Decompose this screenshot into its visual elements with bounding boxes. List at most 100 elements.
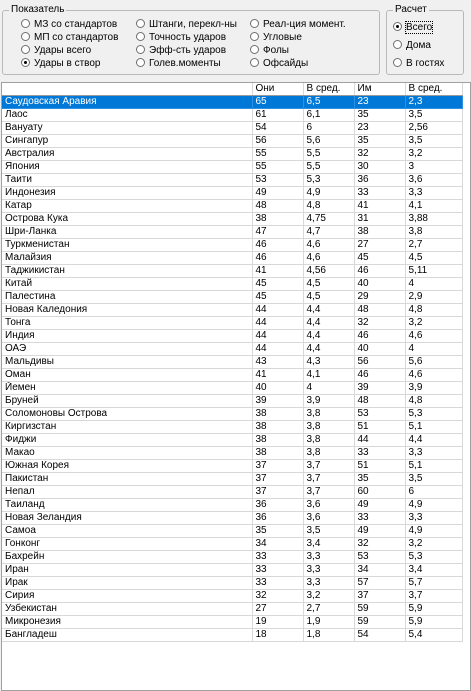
table-row[interactable]: Таджикистан 41 4,56 46 5,11 — [2, 264, 463, 278]
radio-shot-efficiency[interactable]: Эфф-сть ударов — [136, 44, 226, 57]
radio-goal-chances[interactable]: Голев.моменты — [136, 57, 221, 70]
table-row[interactable]: Непал 37 3,7 60 6 — [2, 485, 463, 499]
stats-grid[interactable]: Они В сред. Им В сред. Саудовская Аравия 65 6,… — [1, 82, 471, 691]
table-row[interactable]: Соломоновы Острова 38 3,8 53 5,3 — [2, 407, 463, 421]
radio-set-pieces-goals-scored[interactable]: МЗ со стандартов — [21, 18, 117, 31]
table-row[interactable]: Мальдивы 43 4,3 56 5,6 — [2, 355, 463, 369]
table-row[interactable]: Катар 48 4,8 41 4,1 — [2, 199, 463, 213]
column-header[interactable]: Им — [354, 83, 406, 96]
team-name-cell: Катар — [2, 199, 253, 213]
table-row[interactable]: Саудовская Аравия 65 6,5 23 2,3 — [2, 95, 463, 109]
team-name-cell: Оман — [2, 368, 253, 382]
stat-cell: 32 — [252, 589, 304, 603]
stat-cell: 3,8 — [303, 446, 355, 460]
radio-calc-home[interactable]: Дома — [393, 39, 431, 52]
table-row[interactable]: Бахрейн 33 3,3 53 5,3 — [2, 550, 463, 564]
table-row[interactable]: Самоа 35 3,5 49 4,9 — [2, 524, 463, 538]
table-row[interactable]: Австралия 55 5,5 32 3,2 — [2, 147, 463, 161]
radio-calc-away[interactable]: В гостях — [393, 57, 444, 70]
table-row[interactable]: Таити 53 5,3 36 3,6 — [2, 173, 463, 187]
stat-cell: 37 — [252, 485, 304, 499]
stat-cell: 46 — [354, 368, 406, 382]
radio-shots-on-target[interactable]: Удары в створ — [21, 57, 101, 70]
stat-cell: 46 — [354, 329, 406, 343]
table-row[interactable]: Ирак 33 3,3 57 5,7 — [2, 576, 463, 590]
stat-cell: 4 — [405, 342, 463, 356]
table-row[interactable]: Таиланд 36 3,6 49 4,9 — [2, 498, 463, 512]
radio-corners[interactable]: Угловые — [250, 31, 302, 44]
table-row[interactable]: Туркменистан 46 4,6 27 2,7 — [2, 238, 463, 252]
table-row[interactable]: ОАЭ 44 4,4 40 4 — [2, 342, 463, 356]
stat-cell: 4,9 — [303, 186, 355, 200]
radio-total-shots[interactable]: Удары всего — [21, 44, 91, 57]
table-row[interactable]: Иран 33 3,3 34 3,4 — [2, 563, 463, 577]
table-row[interactable]: Новая Зеландия 36 3,6 33 3,3 — [2, 511, 463, 525]
radio-offsides[interactable]: Офсайды — [250, 57, 308, 70]
team-name-cell: Вануату — [2, 121, 253, 135]
radio-icon — [21, 32, 30, 41]
column-header[interactable]: В сред. — [303, 83, 355, 96]
stat-cell: 36 — [252, 511, 304, 525]
table-row[interactable]: Острова Кука 38 4,75 31 3,88 — [2, 212, 463, 226]
table-header-row: Они В сред. Им В сред. — [2, 83, 463, 96]
table-row[interactable]: Пакистан 37 3,7 35 3,5 — [2, 472, 463, 486]
radio-icon — [393, 22, 402, 31]
stat-cell: 4,4 — [303, 329, 355, 343]
table-row[interactable]: Лаос 61 6,1 35 3,5 — [2, 108, 463, 122]
table-row[interactable]: Новая Каледония 44 4,4 48 4,8 — [2, 303, 463, 317]
table-row[interactable]: Китай 45 4,5 40 4 — [2, 277, 463, 291]
team-name-cell: Пакистан — [2, 472, 253, 486]
stat-cell: 37 — [252, 472, 304, 486]
table-row[interactable]: Йемен 40 4 39 3,9 — [2, 381, 463, 395]
table-row[interactable]: Оман 41 4,1 46 4,6 — [2, 368, 463, 382]
stat-cell: 4,8 — [405, 394, 463, 408]
radio-set-pieces-goals-conceded[interactable]: МП со стандартов — [21, 31, 118, 44]
stat-cell: 38 — [252, 446, 304, 460]
column-header[interactable]: Они — [252, 83, 304, 96]
stat-cell: 5,6 — [405, 355, 463, 369]
team-name-cell: Соломоновы Острова — [2, 407, 253, 421]
stat-cell: 3,2 — [405, 537, 463, 551]
table-row[interactable]: Индонезия 49 4,9 33 3,3 — [2, 186, 463, 200]
stat-cell: 3,2 — [303, 589, 355, 603]
radio-woodwork-crossbar[interactable]: Штанги, перекл-ны — [136, 18, 237, 31]
table-row[interactable]: Фиджи 38 3,8 44 4,4 — [2, 433, 463, 447]
table-row[interactable]: Южная Корея 37 3,7 51 5,1 — [2, 459, 463, 473]
table-row[interactable]: Шри-Ланка 47 4,7 38 3,8 — [2, 225, 463, 239]
stat-cell: 44 — [252, 329, 304, 343]
table-row[interactable]: Сингапур 56 5,6 35 3,5 — [2, 134, 463, 148]
table-row[interactable]: Бангладеш 18 1,8 54 5,4 — [2, 628, 463, 642]
table-row[interactable]: Палестина 45 4,5 29 2,9 — [2, 290, 463, 304]
table-row[interactable]: Бруней 39 3,9 48 4,8 — [2, 394, 463, 408]
table-row[interactable]: Макао 38 3,8 33 3,3 — [2, 446, 463, 460]
table-row[interactable]: Вануату 54 6 23 2,56 — [2, 121, 463, 135]
table-row[interactable]: Тонга 44 4,4 32 3,2 — [2, 316, 463, 330]
table-row[interactable]: Гонконг 34 3,4 32 3,2 — [2, 537, 463, 551]
table-row[interactable]: Узбекистан 27 2,7 59 5,9 — [2, 602, 463, 616]
stat-cell: 5,3 — [405, 407, 463, 421]
stat-cell: 41 — [252, 264, 304, 278]
column-header[interactable] — [2, 83, 253, 96]
stat-cell: 19 — [252, 615, 304, 629]
stat-cell: 6,1 — [303, 108, 355, 122]
team-name-cell: Лаос — [2, 108, 253, 122]
team-name-cell: Саудовская Аравия — [2, 95, 253, 109]
radio-icon — [393, 40, 402, 49]
table-row[interactable]: Микронезия 19 1,9 59 5,9 — [2, 615, 463, 629]
radio-calc-total[interactable]: Всего — [393, 21, 434, 34]
column-header[interactable]: В сред. — [405, 83, 463, 96]
radio-shot-accuracy[interactable]: Точность ударов — [136, 31, 226, 44]
radio-fouls[interactable]: Фолы — [250, 44, 289, 57]
table-row[interactable]: Киргизстан 38 3,8 51 5,1 — [2, 420, 463, 434]
radio-icon — [393, 58, 402, 67]
team-name-cell: Микронезия — [2, 615, 253, 629]
stat-cell: 32 — [354, 537, 406, 551]
table-row[interactable]: Сирия 32 3,2 37 3,7 — [2, 589, 463, 603]
stat-cell: 3,3 — [405, 511, 463, 525]
table-row[interactable]: Индия 44 4,4 46 4,6 — [2, 329, 463, 343]
table-row[interactable]: Япония 55 5,5 30 3 — [2, 160, 463, 174]
stat-cell: 48 — [252, 199, 304, 213]
table-row[interactable]: Малайзия 46 4,6 45 4,5 — [2, 251, 463, 265]
radio-chance-conversion[interactable]: Реал-ция момент. — [250, 18, 346, 31]
stat-cell: 6 — [303, 121, 355, 135]
